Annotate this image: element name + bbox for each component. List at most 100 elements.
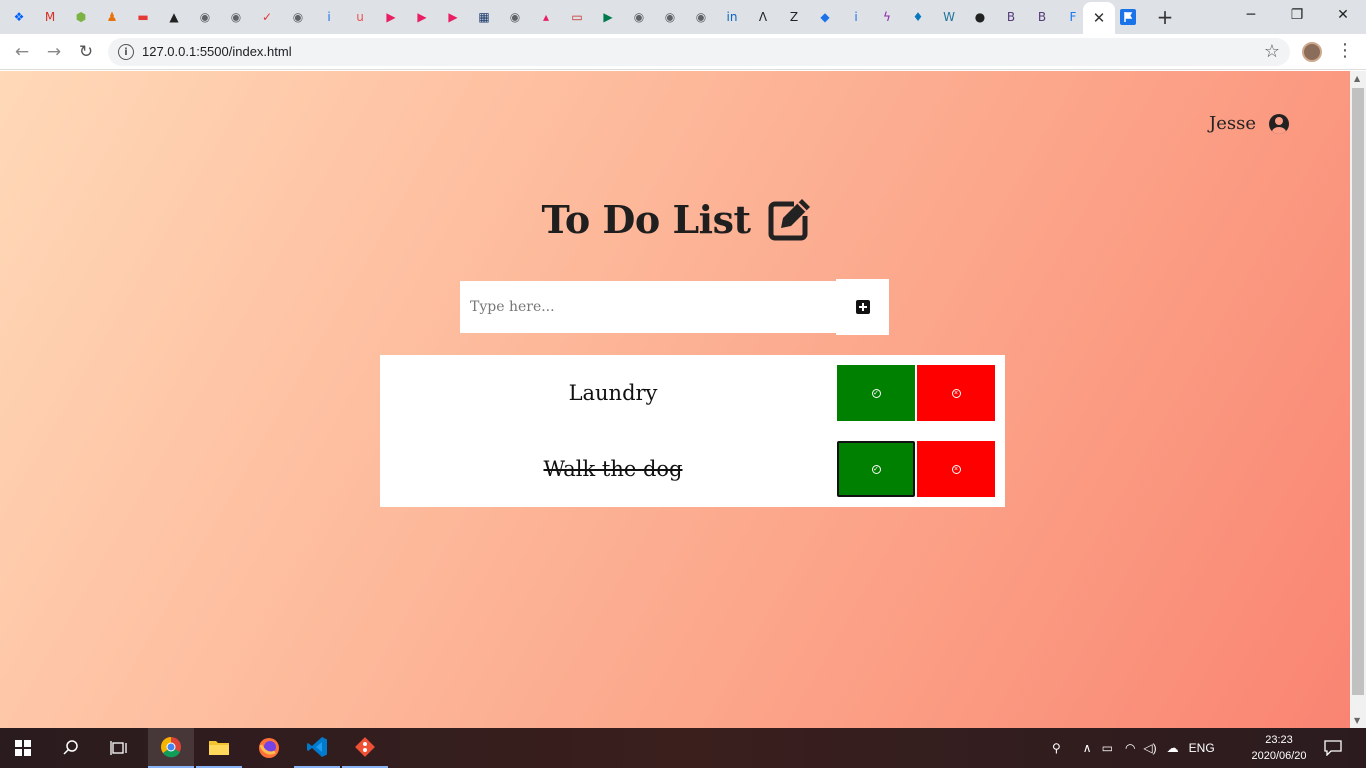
system-tray: ⚲ ∧ ▭ ◠ ◁) ☁ ENG [1052,728,1215,768]
page-viewport: Jesse To Do List Laundry ✓ × Walk the do… [0,71,1350,728]
flag-icon [1120,9,1136,25]
taskbar-file-explorer[interactable] [196,728,242,768]
cloud-icon[interactable]: ☁ [1167,741,1179,755]
start-button[interactable] [0,728,46,768]
minimize-button[interactable]: ─ [1228,0,1274,30]
browser-tab-strip: ❖ M ⬢ ♟ ▬ ▲ ◉ ◉ ✓ ◉ i u ▶ ▶ ▶ ▦ ◉ ▴ ▭ ▶ ◉ ◉ ◉ in Λ Z ◆ i ϟ ♦ W ● B B F ✕ +… [0,0,1366,34]
people-icon[interactable]: ⚲ [1052,741,1061,755]
south-africa-flag-icon[interactable]: ▶ [597,6,619,28]
git-icon [355,737,375,757]
todo-input[interactable] [460,281,836,333]
volume-icon[interactable]: ◁) [1143,741,1156,755]
bootstrap-icon[interactable]: B [1000,6,1022,28]
complete-button[interactable]: ✓ [837,441,915,497]
info-icon[interactable]: i [845,6,867,28]
checkmark-icon[interactable]: ✓ [256,6,278,28]
new-tab-button[interactable]: + [1152,4,1178,30]
graduation-icon[interactable]: ▴ [535,6,557,28]
scroll-up-icon[interactable]: ▲ [1354,74,1360,83]
linkedin-icon[interactable]: in [721,6,743,28]
plus-square-icon [855,300,870,314]
scroll-thumb[interactable] [1352,88,1364,695]
globe-icon[interactable]: ◉ [690,6,712,28]
x-circle-icon: × [951,464,961,474]
bolt-icon[interactable]: ϟ [876,6,898,28]
chevron-up-icon[interactable]: ∧ [1083,741,1092,755]
globe-icon[interactable]: ◉ [504,6,526,28]
bootstrap-icon[interactable]: B [1031,6,1053,28]
add-todo-button[interactable] [836,279,889,335]
dropbox-icon[interactable]: ❖ [8,6,30,28]
a-icon[interactable]: Λ [752,6,774,28]
battery-icon[interactable]: ▭ [1102,741,1113,755]
taskbar-vscode[interactable] [294,728,340,768]
todo-list: Laundry ✓ × Walk the dog ✓ × [380,355,1005,507]
page-scrollbar[interactable]: ▲ ▼ [1350,71,1366,728]
taskbar-chrome[interactable] [148,728,194,768]
back-button[interactable]: ← [10,40,34,64]
address-bar[interactable]: i 127.0.0.1:5500/index.html ☆ [108,38,1290,66]
notification-icon [1324,740,1342,756]
taskbar-clock[interactable]: 23:23 2020/06/20 [1246,732,1312,764]
udemy-icon[interactable]: u [349,6,371,28]
browser-menu-icon[interactable]: ⋮ [1336,40,1354,61]
clock-time: 23:23 [1265,734,1293,746]
play-icon[interactable]: ▶ [380,6,402,28]
profile-avatar[interactable] [1302,42,1322,62]
complete-button[interactable]: ✓ [837,365,915,421]
site-info-icon[interactable]: i [118,44,134,60]
clock-date: 2020/06/20 [1251,750,1307,762]
address-url[interactable]: 127.0.0.1:5500/index.html [142,44,292,59]
user-name: Jesse [1209,113,1256,134]
notifications-button[interactable] [1310,728,1356,768]
arch-icon[interactable]: ▲ [163,6,185,28]
restore-button[interactable]: ❐ [1274,0,1320,30]
task-view-button[interactable] [96,728,142,768]
close-window-button[interactable]: ✕ [1320,0,1366,30]
bookmark-star-icon[interactable]: ☆ [1264,41,1280,62]
play-icon[interactable]: ▶ [411,6,433,28]
check-circle-icon: ✓ [871,464,881,474]
todo-text: Laundry [568,381,658,405]
page-title: To Do List [541,196,751,242]
taskbar: ⚲ ∧ ▭ ◠ ◁) ☁ ENG 23:23 2020/06/20 [0,728,1366,768]
wifi-icon[interactable]: ◠ [1125,741,1135,755]
drupal-icon[interactable]: ♦ [907,6,929,28]
active-tab[interactable]: ✕ [1083,2,1115,34]
globe-icon[interactable]: ◉ [194,6,216,28]
taskbar-firefox[interactable] [246,728,292,768]
delete-button[interactable]: × [917,365,995,421]
delete-button[interactable]: × [917,441,995,497]
person-icon[interactable]: ♟ [101,6,123,28]
hexagon-icon[interactable]: ⬢ [70,6,92,28]
close-tab-icon[interactable]: ✕ [1093,9,1106,27]
wordpress-icon[interactable]: W [938,6,960,28]
gmail-icon[interactable]: M [39,6,61,28]
facebook-icon[interactable]: F [1062,6,1084,28]
user-circle-icon[interactable] [1269,113,1289,134]
globe-icon[interactable]: ◉ [287,6,309,28]
language-indicator[interactable]: ENG [1189,741,1215,755]
z-icon[interactable]: Z [783,6,805,28]
globe-icon[interactable]: ◉ [659,6,681,28]
todo-text: Walk the dog [543,457,683,481]
taskbar-git[interactable] [342,728,388,768]
reload-button[interactable]: ↻ [74,40,98,64]
bookmark-icon[interactable]: ◆ [814,6,836,28]
header: To Do List [0,196,1350,242]
globe-icon[interactable]: ◉ [628,6,650,28]
search-icon [63,740,78,755]
flag-icon[interactable]: ▭ [566,6,588,28]
play-icon[interactable]: ▶ [442,6,464,28]
search-button[interactable] [48,728,94,768]
tab-flag[interactable] [1117,6,1139,28]
firefox-icon [259,738,279,758]
bus-icon[interactable]: ▬ [132,6,154,28]
github-icon[interactable]: ● [969,6,991,28]
globe-icon[interactable]: ◉ [225,6,247,28]
scroll-down-icon[interactable]: ▼ [1354,716,1360,725]
news-icon[interactable]: ▦ [473,6,495,28]
info-icon[interactable]: i [318,6,340,28]
forward-button[interactable]: → [42,40,66,64]
user-area[interactable]: Jesse [1209,113,1289,134]
